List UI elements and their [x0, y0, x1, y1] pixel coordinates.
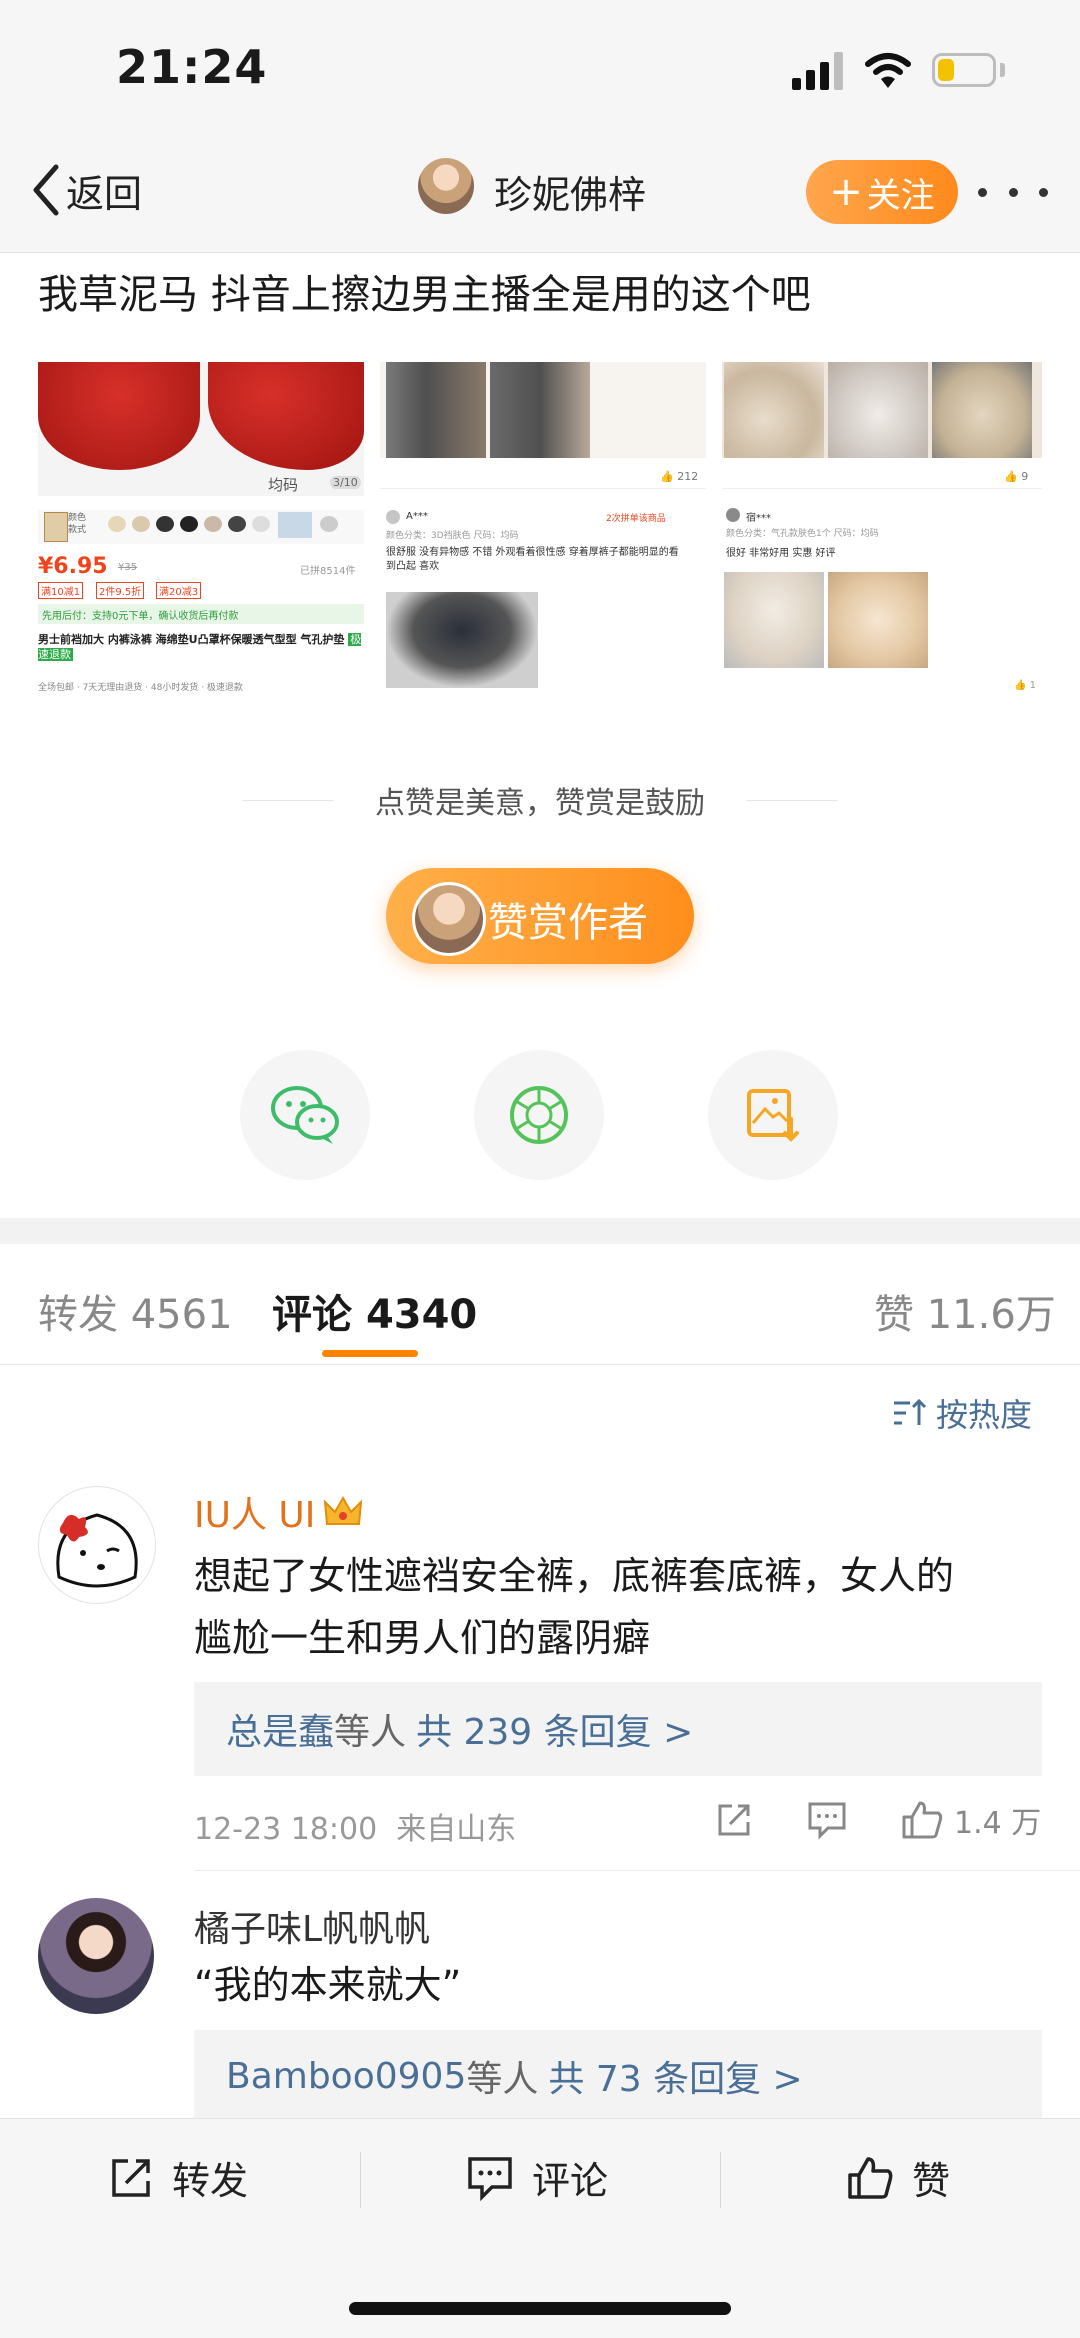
post-image-3[interactable]: 👍 9 宿*** 颜色分类：气孔款肤色1个 尺码：均码 很好 非常好用 实惠 好…: [722, 362, 1042, 692]
service-footer: 全场包邮 · 7天无理由退货 · 48小时发货 · 极速退款: [38, 683, 243, 692]
reviewer-2: A***: [406, 511, 428, 522]
review-text-2: 很舒服 没有异物感 不错 外观看着很性感 穿着厚裤子都能明显的看到凸起 喜欢: [386, 547, 679, 572]
sort-label: 按热度: [936, 1396, 1033, 1434]
comment-avatar-1[interactable]: [38, 1486, 156, 1604]
size-label: 均码: [268, 476, 299, 494]
section-gap: [0, 1218, 1080, 1244]
comment-like-button-1[interactable]: 1.4 万: [900, 1798, 1041, 1842]
bottom-separator-1: [360, 2152, 361, 2208]
original-price: ¥35: [118, 562, 138, 573]
reply-box-1[interactable]: 总是蠢 等人 共 239 条回复 >: [194, 1682, 1042, 1776]
chevron-left-icon: [33, 164, 59, 216]
red-pad-left: [38, 362, 200, 470]
more-options-button[interactable]: [978, 170, 1048, 214]
reward-author-label: 赞赏作者: [488, 900, 648, 946]
post-image-1[interactable]: 均码 3/10 颜色 款式 ¥6.95 ¥35 已拼8514件 满10减1 2件…: [38, 362, 364, 692]
save-image-button[interactable]: [708, 1050, 838, 1180]
sold-count: 已拼8514件: [300, 566, 356, 577]
plus-icon: +: [829, 169, 863, 215]
bottom-repost-label: 转发: [172, 2159, 249, 2203]
comment-icon: [468, 2156, 512, 2201]
reviewer-3: 宿***: [746, 513, 771, 524]
comment-reply-button-1[interactable]: [806, 1800, 848, 1840]
tab-comments[interactable]: 评论 4340: [272, 1282, 477, 1340]
post-text: 我草泥马 抖音上擦边男主播全是用的这个吧: [38, 272, 811, 318]
coupon-1: 满10减1: [38, 582, 84, 599]
comment-text-1: 想起了女性遮裆安全裤，底裤套底裤，女人的 尴尬一生和男人们的露阴癖: [194, 1554, 955, 1660]
save-image-icon: [747, 1089, 799, 1142]
comment-text-2: “我的本来就大”: [194, 1963, 462, 2007]
comment-meta-1: 12-23 18:00 来自山东: [194, 1812, 517, 1847]
comment-like-count-1: 1.4 万: [954, 1806, 1042, 1841]
bottom-comment-button[interactable]: 评论: [466, 2150, 608, 2205]
bottom-repost-button[interactable]: 转发: [108, 2150, 248, 2205]
reply-mid-2: 等人: [466, 2059, 539, 2100]
bottom-separator-2: [720, 2152, 721, 2208]
coupon-2: 2件9.5折: [96, 582, 145, 599]
review-spec-3: 颜色分类：气孔款肤色1个 尺码：均码: [726, 529, 879, 539]
follow-button[interactable]: + 关注: [806, 160, 958, 224]
reviewer-badge-2: 2次拼单该商品: [606, 514, 666, 524]
like-count-2: 👍 212: [660, 470, 699, 483]
follow-label: 关注: [866, 175, 935, 216]
comment-author-2[interactable]: 橘子味L帆帆帆: [194, 1900, 430, 1952]
battery-level: [938, 59, 954, 81]
author-avatar[interactable]: [418, 158, 474, 214]
reply-count-2[interactable]: 共 73 条回复 >: [548, 2050, 802, 2102]
product-title: 男士前裆加大 内裤泳裤 海绵垫U凸罩杯保暖透气型型 气孔护垫 极速退款: [38, 633, 362, 661]
like-count-3b: 👍 1: [1014, 680, 1037, 691]
thumbs-up-icon: [902, 1801, 943, 1839]
bottom-like-label: 赞: [912, 2159, 951, 2203]
pay-later-promo: 先用后付：支持0元下单，确认收货后再付款: [42, 611, 239, 622]
post-image-2[interactable]: 👍 212 A*** 2次拼单该商品 颜色分类：3D裆肤色 尺码：均码 很舒服 …: [380, 362, 706, 692]
tabs-divider: [0, 1364, 1080, 1365]
reward-caption: 点赞是美意，赞赏是鼓励: [375, 786, 705, 821]
author-name[interactable]: 珍妮佛梓: [494, 164, 646, 219]
comment-share-button-1[interactable]: [714, 1800, 754, 1840]
comment-divider: [194, 1870, 1080, 1871]
bottom-like-button[interactable]: 赞: [846, 2150, 950, 2205]
comment-author-1[interactable]: IU人 UI: [194, 1486, 363, 1538]
share-icon: [718, 1804, 750, 1836]
comment-icon: [808, 1802, 846, 1840]
active-tab-indicator: [322, 1350, 418, 1357]
reply-user-1[interactable]: 总是蠢: [226, 1703, 334, 1755]
review-spec-2: 颜色分类：3D裆肤色 尺码：均码: [386, 531, 519, 541]
reply-box-2[interactable]: Bamboo0905 等人 共 73 条回复 >: [194, 2030, 1042, 2122]
thumbs-up-icon: [848, 2156, 893, 2199]
like-count-3: 👍 9: [1004, 470, 1029, 483]
price: ¥6.95: [38, 554, 108, 579]
crown-vip-icon: [324, 1495, 363, 1525]
home-indicator[interactable]: [349, 2302, 731, 2315]
sort-icon: [894, 1398, 927, 1425]
style-label: 款式: [68, 525, 87, 535]
tab-repost[interactable]: 转发 4561: [38, 1282, 233, 1340]
reply-mid-1: 等人: [334, 1712, 407, 1753]
battery-icon: [932, 53, 996, 87]
reward-author-avatar: [412, 882, 486, 956]
reply-user-2[interactable]: Bamboo0905: [226, 2056, 466, 2097]
review-text-3: 很好 非常好用 实惠 好评: [726, 548, 836, 559]
status-time: 21:24: [116, 40, 268, 94]
coupon-3: 满20减3: [156, 582, 202, 599]
wifi-icon: [864, 50, 912, 90]
share-wechat-button[interactable]: [240, 1050, 370, 1180]
repost-icon: [112, 2158, 150, 2197]
comment-avatar-2[interactable]: [38, 1898, 154, 2014]
share-moments-button[interactable]: [474, 1050, 604, 1180]
tab-likes[interactable]: 赞 11.6万: [874, 1282, 1056, 1340]
moments-icon: [510, 1086, 568, 1144]
battery-nub: [1000, 63, 1005, 77]
wechat-icon: [271, 1086, 339, 1144]
page-indicator: 3/10: [330, 476, 361, 489]
back-button[interactable]: 返回: [30, 160, 142, 220]
reply-count-1[interactable]: 共 239 条回复 >: [416, 1703, 693, 1755]
bottom-comment-label: 评论: [532, 2159, 609, 2203]
reward-divider-right: [746, 800, 838, 801]
sort-by-hot-button[interactable]: 按热度: [892, 1390, 1032, 1436]
back-label: 返回: [66, 171, 143, 216]
cellular-signal-icon: [792, 52, 844, 90]
